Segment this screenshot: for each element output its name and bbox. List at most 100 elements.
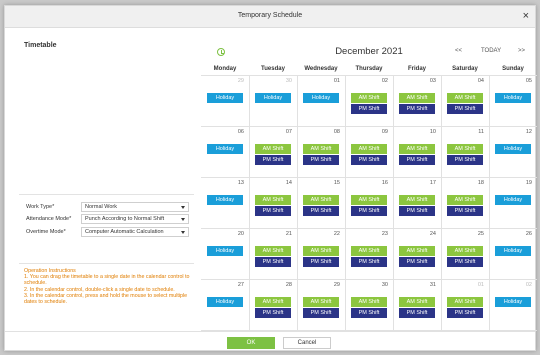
day-number: 26 [525,231,532,237]
day-number: 09 [381,129,388,135]
pm-shift-chip[interactable]: PM Shift [303,155,339,165]
holiday-chip[interactable]: Holiday [495,297,531,307]
overtime-mode-select[interactable]: Computer Automatic Calculation [81,227,189,237]
day-number: 29 [333,282,340,288]
am-shift-chip[interactable]: AM Shift [351,144,387,154]
am-shift-chip[interactable]: AM Shift [399,246,435,256]
pm-shift-chip[interactable]: PM Shift [399,257,435,267]
next-month-button[interactable]: >> [518,48,525,54]
temporary-schedule-dialog: Temporary Schedule × Timetable Work Type… [4,5,537,351]
weekday-header: Wednesday [304,66,338,72]
holiday-chip[interactable]: Holiday [495,246,531,256]
calendar: December 2021 << TODAY >> Monday Tuesday W… [201,34,537,331]
weekday-header: Saturday [452,66,478,72]
work-type-label: Work Type* [26,204,55,210]
day-number: 19 [525,180,532,186]
holiday-chip[interactable]: Holiday [495,195,531,205]
am-shift-chip[interactable]: AM Shift [255,246,291,256]
pm-shift-chip[interactable]: PM Shift [399,308,435,318]
am-shift-chip[interactable]: AM Shift [399,144,435,154]
am-shift-chip[interactable]: AM Shift [399,297,435,307]
day-number: 07 [285,129,292,135]
day-number: 16 [381,180,388,186]
am-shift-chip[interactable]: AM Shift [399,195,435,205]
day-number: 30 [381,282,388,288]
instruction-line: 3. In the calendar control, press and ho… [24,292,188,306]
pm-shift-chip[interactable]: PM Shift [303,308,339,318]
ok-button[interactable]: OK [227,337,275,349]
am-shift-chip[interactable]: AM Shift [303,195,339,205]
day-number: 01 [333,78,340,84]
am-shift-chip[interactable]: AM Shift [303,144,339,154]
day-number: 20 [237,231,244,237]
am-shift-chip[interactable]: AM Shift [255,195,291,205]
pm-shift-chip[interactable]: PM Shift [399,206,435,216]
day-number: 29 [237,78,244,84]
pm-shift-chip[interactable]: PM Shift [303,257,339,267]
am-shift-chip[interactable]: AM Shift [447,246,483,256]
pm-shift-chip[interactable]: PM Shift [399,104,435,114]
weekday-header: Sunday [502,66,524,72]
day-number: 14 [285,180,292,186]
am-shift-chip[interactable]: AM Shift [255,144,291,154]
holiday-chip[interactable]: Holiday [207,297,243,307]
dialog-titlebar: Temporary Schedule × [5,6,535,28]
pm-shift-chip[interactable]: PM Shift [447,155,483,165]
day-number: 13 [237,180,244,186]
pm-shift-chip[interactable]: PM Shift [351,155,387,165]
am-shift-chip[interactable]: AM Shift [399,93,435,103]
pm-shift-chip[interactable]: PM Shift [255,155,291,165]
am-shift-chip[interactable]: AM Shift [351,297,387,307]
holiday-chip[interactable]: Holiday [207,144,243,154]
today-button[interactable]: TODAY [481,48,501,54]
cancel-button[interactable]: Cancel [283,337,331,349]
am-shift-chip[interactable]: AM Shift [255,297,291,307]
day-number: 15 [333,180,340,186]
work-type-select[interactable]: Normal Work [81,202,189,212]
attendance-mode-label: Attendance Mode* [26,216,72,222]
pm-shift-chip[interactable]: PM Shift [255,206,291,216]
holiday-chip[interactable]: Holiday [255,93,291,103]
am-shift-chip[interactable]: AM Shift [351,93,387,103]
pm-shift-chip[interactable]: PM Shift [255,308,291,318]
pm-shift-chip[interactable]: PM Shift [351,257,387,267]
overtime-mode-label: Overtime Mode* [26,229,66,235]
am-shift-chip[interactable]: AM Shift [351,246,387,256]
pm-shift-chip[interactable]: PM Shift [255,257,291,267]
day-number: 03 [429,78,436,84]
am-shift-chip[interactable]: AM Shift [447,195,483,205]
holiday-chip[interactable]: Holiday [495,93,531,103]
overtime-mode-value: Computer Automatic Calculation [85,229,164,235]
pm-shift-chip[interactable]: PM Shift [399,155,435,165]
am-shift-chip[interactable]: AM Shift [351,195,387,205]
pm-shift-chip[interactable]: PM Shift [303,206,339,216]
pm-shift-chip[interactable]: PM Shift [351,308,387,318]
day-number: 24 [429,231,436,237]
day-number: 02 [381,78,388,84]
pm-shift-chip[interactable]: PM Shift [447,257,483,267]
am-shift-chip[interactable]: AM Shift [303,297,339,307]
holiday-chip[interactable]: Holiday [207,93,243,103]
dialog-title: Temporary Schedule [237,12,303,19]
day-number: 05 [525,78,532,84]
operation-instructions: Operation Instructions 1. You can drag t… [24,268,190,305]
pm-shift-chip[interactable]: PM Shift [447,206,483,216]
close-icon[interactable]: × [523,10,529,22]
pm-shift-chip[interactable]: PM Shift [447,308,483,318]
pm-shift-chip[interactable]: PM Shift [351,104,387,114]
holiday-chip[interactable]: Holiday [495,144,531,154]
pm-shift-chip[interactable]: PM Shift [447,104,483,114]
day-number: 17 [429,180,436,186]
pm-shift-chip[interactable]: PM Shift [351,206,387,216]
holiday-chip[interactable]: Holiday [303,93,339,103]
am-shift-chip[interactable]: AM Shift [447,144,483,154]
am-shift-chip[interactable]: AM Shift [303,246,339,256]
holiday-chip[interactable]: Holiday [207,246,243,256]
am-shift-chip[interactable]: AM Shift [447,297,483,307]
prev-month-button[interactable]: << [455,48,462,54]
weekday-header: Monday [213,66,237,72]
divider [19,194,194,195]
holiday-chip[interactable]: Holiday [207,195,243,205]
attendance-mode-select[interactable]: Punch According to Normal Shift [81,214,189,224]
am-shift-chip[interactable]: AM Shift [447,93,483,103]
